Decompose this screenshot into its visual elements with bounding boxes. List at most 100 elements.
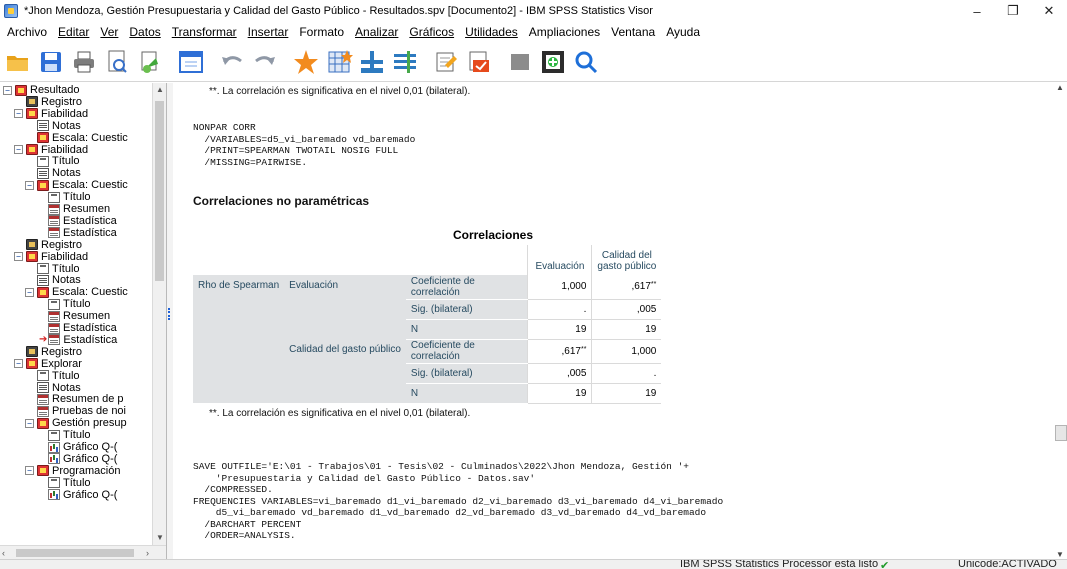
- tree-item[interactable]: − Fiabilidad: [14, 144, 88, 156]
- tree-item[interactable]: − Fiabilidad: [14, 108, 88, 120]
- search-icon[interactable]: [571, 47, 601, 77]
- note-icon: [37, 382, 49, 393]
- print-icon[interactable]: [69, 47, 99, 77]
- scroll-up-icon[interactable]: ▲: [1056, 83, 1064, 92]
- menu-archivo[interactable]: Archivo: [3, 25, 54, 39]
- scroll-thumb[interactable]: [16, 549, 134, 557]
- tree-item[interactable]: − Escala: Cuestic: [25, 179, 128, 191]
- menu-insertar[interactable]: Insertar: [244, 25, 296, 39]
- save-icon[interactable]: [36, 47, 66, 77]
- log-icon: [26, 96, 38, 108]
- scroll-right-icon[interactable]: ›: [146, 546, 149, 559]
- insert-output-icon[interactable]: [431, 47, 461, 77]
- tree-item-label: Resumen: [63, 203, 111, 215]
- tree-item[interactable]: Escala: Cuestic: [25, 132, 128, 144]
- tree-item[interactable]: Resumen: [36, 203, 110, 215]
- tree-item[interactable]: Registro: [14, 346, 82, 358]
- undo-icon[interactable]: [217, 47, 247, 77]
- tree-item[interactable]: Notas: [25, 274, 81, 286]
- tree-item[interactable]: Registro: [14, 239, 82, 251]
- tree-item[interactable]: Estadística: [36, 227, 117, 239]
- tree-item[interactable]: − Escala: Cuestic: [25, 286, 128, 298]
- tree-item[interactable]: Registro: [14, 96, 82, 108]
- tree-item[interactable]: Gráfico Q-(: [36, 489, 117, 501]
- collapse-toggle-icon[interactable]: −: [25, 466, 34, 476]
- minimize-button[interactable]: –: [959, 0, 995, 22]
- scroll-thumb[interactable]: [1055, 425, 1067, 441]
- correlations-table[interactable]: Evaluación Calidad del gasto público Rho …: [193, 245, 662, 404]
- tree-item[interactable]: Título: [36, 191, 91, 203]
- collapse-toggle-icon[interactable]: −: [14, 145, 23, 154]
- menu-analizar[interactable]: Analizar: [351, 25, 405, 39]
- tree-item[interactable]: Gráfico Q-(: [36, 453, 117, 465]
- tree-item[interactable]: − Programación: [25, 465, 120, 477]
- collapse-toggle-icon[interactable]: −: [14, 359, 23, 369]
- goto-data-icon[interactable]: [176, 47, 206, 77]
- scroll-down-icon[interactable]: ▼: [1056, 550, 1064, 559]
- output-designate-icon[interactable]: [390, 47, 420, 77]
- menu-formato[interactable]: Formato: [295, 25, 351, 39]
- menu-editar[interactable]: Editar: [54, 25, 96, 39]
- outline-vertical-scrollbar[interactable]: ▲ ▼: [152, 83, 166, 545]
- tree-item[interactable]: Notas: [25, 167, 81, 179]
- title-icon: [37, 155, 49, 167]
- content-vertical-scrollbar[interactable]: ▲ ▼: [1055, 83, 1067, 559]
- collapse-toggle-icon[interactable]: −: [25, 180, 34, 190]
- tree-item[interactable]: Notas: [25, 382, 81, 394]
- tree-item[interactable]: Gráfico Q-(: [36, 441, 117, 453]
- menu-datos[interactable]: Datos: [125, 25, 167, 39]
- open-folder-icon[interactable]: [3, 47, 33, 77]
- splitter-grip[interactable]: [168, 308, 171, 320]
- variables-icon[interactable]: [357, 47, 387, 77]
- outline-horizontal-scrollbar[interactable]: ‹ ›: [0, 545, 166, 559]
- tree-item[interactable]: Título: [25, 155, 80, 167]
- collapse-toggle-icon[interactable]: −: [25, 418, 34, 428]
- tree-item[interactable]: Pruebas de noi: [25, 405, 126, 417]
- row-header-calidad: Calidad del gasto público: [284, 339, 406, 403]
- tree-item[interactable]: Notas: [25, 120, 81, 132]
- restore-button[interactable]: ❐: [995, 0, 1031, 22]
- tree-item-label: Gráfico Q-(: [63, 452, 118, 465]
- close-button[interactable]: ✕: [1031, 0, 1067, 22]
- scroll-down-icon[interactable]: ▼: [153, 531, 166, 545]
- tree-item[interactable]: − Gestión presup: [25, 417, 127, 429]
- collapse-toggle-icon[interactable]: −: [14, 109, 23, 119]
- menu-ampliaciones[interactable]: Ampliaciones: [525, 25, 607, 39]
- tree-item[interactable]: − Explorar: [14, 358, 82, 370]
- tree-item[interactable]: Resumen: [36, 310, 110, 322]
- scroll-thumb[interactable]: [155, 101, 164, 281]
- tree-item[interactable]: Título: [36, 298, 91, 310]
- tree-item[interactable]: Título: [25, 263, 80, 275]
- scroll-left-icon[interactable]: ‹: [2, 546, 5, 559]
- menu-ver[interactable]: Ver: [96, 25, 125, 39]
- tree-item[interactable]: Resumen de p: [25, 393, 124, 405]
- collapse-toggle-icon[interactable]: −: [3, 85, 12, 95]
- tree-item[interactable]: ➔ Estadística: [27, 334, 117, 346]
- menu-graficos[interactable]: Gráficos: [405, 25, 461, 39]
- hide-icon[interactable]: [505, 47, 535, 77]
- print-preview-icon[interactable]: [102, 47, 132, 77]
- tree-item[interactable]: − Resultado: [3, 84, 80, 96]
- tree-item[interactable]: Título: [25, 370, 80, 382]
- tree-item[interactable]: Título: [36, 429, 91, 441]
- menu-utilidades[interactable]: Utilidades: [461, 25, 525, 39]
- goto-case-icon[interactable]: [291, 47, 321, 77]
- collapse-toggle-icon[interactable]: −: [14, 252, 23, 262]
- tree-item[interactable]: Estadística: [36, 215, 117, 227]
- tree-item[interactable]: − Fiabilidad: [14, 251, 88, 263]
- menu-ventana[interactable]: Ventana: [607, 25, 662, 39]
- tree-item[interactable]: Estadística: [36, 322, 117, 334]
- goto-variable-icon[interactable]: [324, 47, 354, 77]
- promote-icon[interactable]: [538, 47, 568, 77]
- tree-item-label: Título: [63, 298, 91, 311]
- menu-ayuda[interactable]: Ayuda: [662, 25, 707, 39]
- scroll-up-icon[interactable]: ▲: [153, 83, 166, 97]
- section-heading[interactable]: Correlaciones no paramétricas: [193, 194, 369, 208]
- redo-icon[interactable]: [250, 47, 280, 77]
- tree-item[interactable]: Título: [36, 477, 91, 489]
- select-last-output-icon[interactable]: [464, 47, 494, 77]
- collapse-toggle-icon[interactable]: −: [25, 287, 34, 297]
- export-icon[interactable]: [135, 47, 165, 77]
- cell-value: 1,000: [591, 339, 662, 364]
- menu-transformar[interactable]: Transformar: [168, 25, 244, 39]
